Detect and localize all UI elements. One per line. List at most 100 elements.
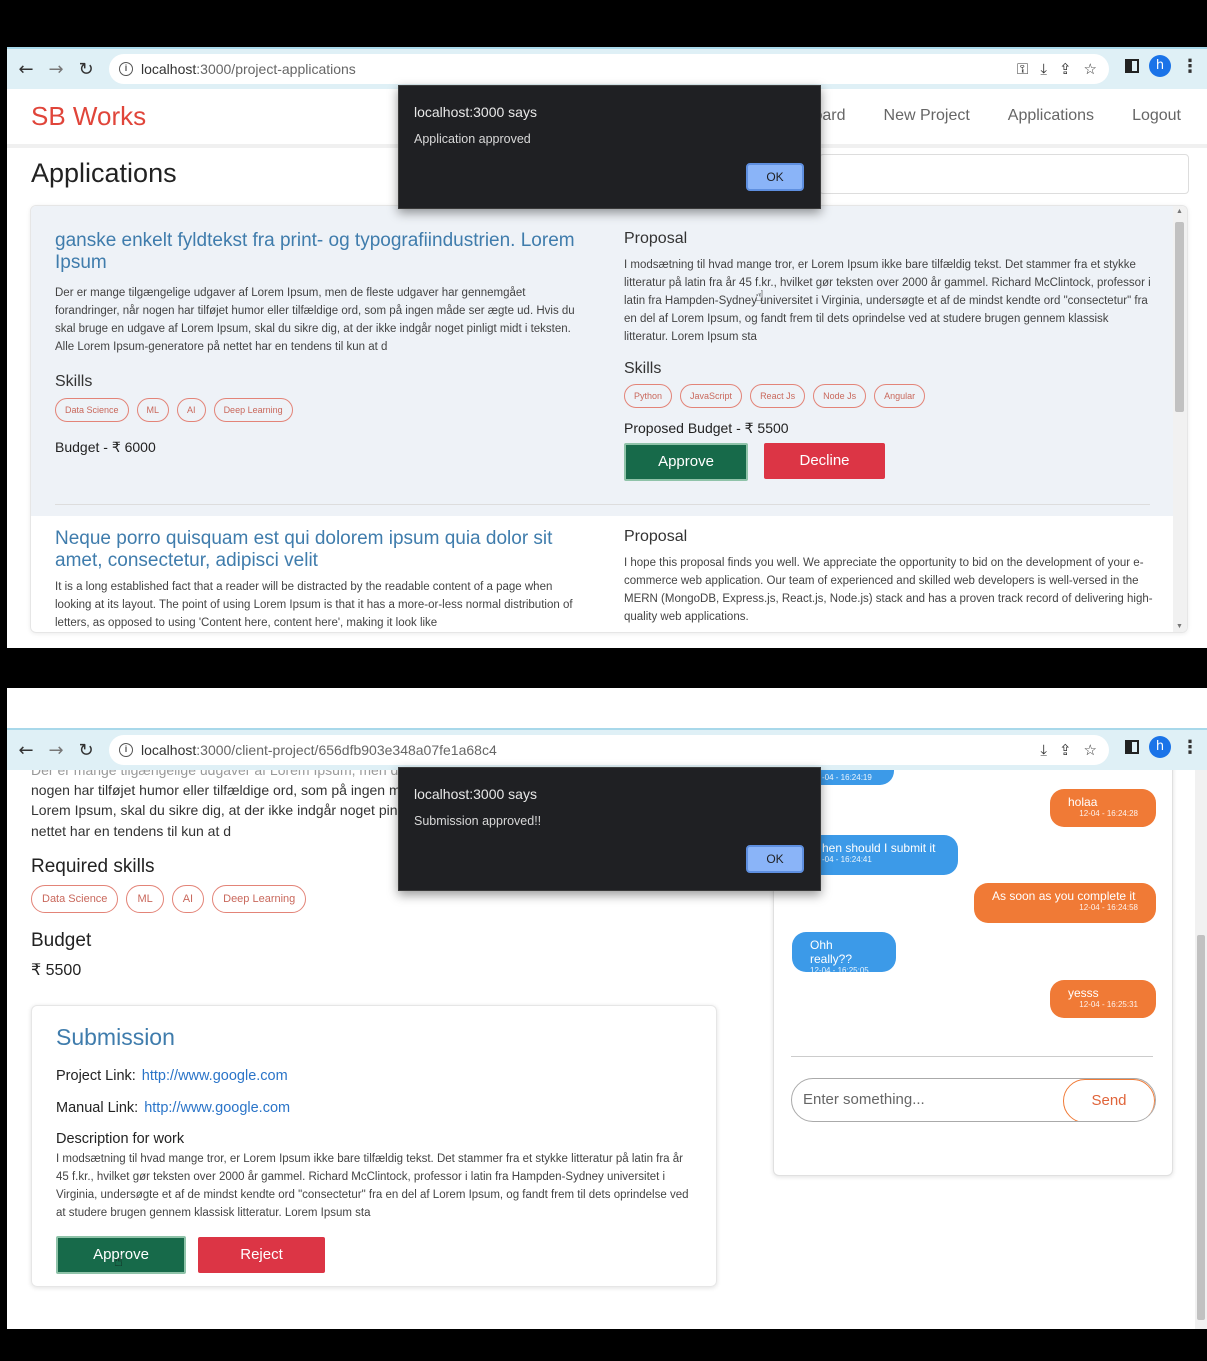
- decline-button[interactable]: Decline: [764, 443, 885, 479]
- site-info-icon[interactable]: i: [119, 743, 133, 757]
- menu-icon[interactable]: ⋮: [1181, 737, 1199, 758]
- skill-chip: AI: [171, 885, 205, 913]
- address-bar[interactable]: i localhost:3000/project-applications ⚿ …: [109, 54, 1109, 84]
- project-title: ganske enkelt fyldtekst fra print- og ty…: [55, 230, 575, 273]
- profile-avatar[interactable]: h: [1149, 55, 1171, 77]
- search-input[interactable]: [819, 154, 1189, 194]
- browser-toolbar: ← → ↻ i localhost:3000/client-project/65…: [7, 728, 1207, 770]
- key-icon[interactable]: ⚿: [1017, 60, 1028, 78]
- sidepanel-icon[interactable]: [1125, 59, 1139, 73]
- nav-logout[interactable]: Logout: [1132, 107, 1181, 125]
- install-icon[interactable]: ⤓: [1040, 741, 1047, 759]
- project-description: It is a long established fact that a rea…: [55, 581, 573, 629]
- nav-applications[interactable]: Applications: [1008, 107, 1094, 125]
- applications-list[interactable]: ganske enkelt fyldtekst fra print- og ty…: [30, 205, 1188, 633]
- star-icon[interactable]: ☆: [1084, 741, 1097, 759]
- project-link[interactable]: http://www.google.com: [142, 1068, 288, 1084]
- sidepanel-icon[interactable]: [1125, 740, 1139, 754]
- hand-cursor-icon: ☝: [755, 287, 765, 305]
- page-scrollbar[interactable]: [1195, 770, 1207, 1329]
- alert-dialog: localhost:3000 says Application approved…: [398, 85, 821, 209]
- screenshot-frame-applications: ← → ↻ i localhost:3000/project-applicati…: [7, 47, 1207, 648]
- proposal-heading: Proposal: [624, 230, 688, 247]
- budget-value: ₹ 5500: [31, 962, 82, 979]
- required-skills: Data Science ML AI Deep Learning: [31, 885, 307, 913]
- forward-icon[interactable]: →: [41, 740, 71, 761]
- project-link-label: Project Link:: [56, 1068, 136, 1084]
- manual-link-row: Manual Link: http://www.google.com: [56, 1100, 290, 1116]
- url-path: :3000/project-applications: [196, 61, 356, 77]
- proposal-skills-heading: Skills: [624, 360, 662, 377]
- alert-title: localhost:3000 says: [414, 104, 537, 120]
- back-icon[interactable]: ←: [11, 59, 41, 80]
- top-nav: oard New Project Applications Logout: [814, 107, 1182, 125]
- scroll-up-icon[interactable]: ▲: [1175, 208, 1184, 215]
- chat-message-sent: yesss 12-04 - 16:25:31: [1050, 980, 1156, 1018]
- chat-divider: [791, 1056, 1153, 1057]
- submission-card: Submission Project Link: http://www.googl…: [31, 1005, 717, 1287]
- proposal-text: I hope this proposal finds you well. We …: [624, 557, 1153, 623]
- browser-toolbar: ← → ↻ i localhost:3000/project-applicati…: [7, 47, 1207, 89]
- video-black-bar-bottom: [0, 1329, 1207, 1361]
- description-line: nogen har tilføjet humor eller tilfældig…: [31, 782, 409, 798]
- submission-title: Submission: [56, 1024, 175, 1050]
- alert-dialog: localhost:3000 says Submission approved!…: [398, 767, 821, 891]
- description-line: Der er mange tilgængelige udgaver af Lor…: [31, 770, 407, 778]
- description-line: nettet har en tendens til kun at d: [31, 823, 232, 839]
- skill-chip: JavaScript: [680, 384, 743, 408]
- budget-heading: Budget: [31, 930, 92, 951]
- alert-ok-button[interactable]: OK: [746, 845, 804, 873]
- scrollbar-thumb[interactable]: [1175, 222, 1184, 412]
- manual-link[interactable]: http://www.google.com: [144, 1100, 290, 1116]
- scrollbar[interactable]: ▲ ▼: [1173, 206, 1187, 632]
- video-black-bar-middle: [0, 648, 1207, 688]
- approve-button[interactable]: Approve: [624, 443, 748, 481]
- skill-chip: Deep Learning: [213, 398, 293, 422]
- video-black-bar-left: [0, 0, 7, 1361]
- alert-message: Submission approved!!: [414, 814, 542, 828]
- brand-logo[interactable]: SB Works: [31, 101, 146, 132]
- install-icon[interactable]: ⤓: [1040, 60, 1047, 78]
- share-icon[interactable]: ⇪: [1059, 60, 1072, 78]
- skills-heading: Skills: [55, 373, 93, 390]
- nav-new-project[interactable]: New Project: [884, 107, 970, 125]
- hand-cursor-icon: ☝: [114, 1252, 124, 1270]
- menu-icon[interactable]: ⋮: [1181, 56, 1199, 77]
- reject-button[interactable]: Reject: [198, 1237, 325, 1273]
- profile-avatar[interactable]: h: [1149, 736, 1171, 758]
- screenshot-frame-client-project: ← → ↻ i localhost:3000/client-project/65…: [7, 688, 1207, 1329]
- chat-message-sent: As soon as you complete it 12-04 - 16:24:…: [974, 883, 1156, 923]
- reload-icon[interactable]: ↻: [71, 59, 101, 80]
- chat-input[interactable]: Enter something... Send: [791, 1078, 1156, 1122]
- scroll-down-icon[interactable]: ▼: [1175, 623, 1184, 630]
- skill-chip: ML: [136, 398, 170, 422]
- proposal-skills: Python JavaScript React Js Node Js Angul…: [624, 384, 1154, 408]
- star-icon[interactable]: ☆: [1084, 60, 1097, 78]
- project-link-row: Project Link: http://www.google.com: [56, 1068, 288, 1084]
- share-icon[interactable]: ⇪: [1059, 741, 1072, 759]
- alert-message: Application approved: [414, 132, 531, 146]
- proposed-budget: Proposed Budget - ₹ 5500: [624, 420, 789, 436]
- site-info-icon[interactable]: i: [119, 62, 133, 76]
- skill-chip: Node Js: [813, 384, 867, 408]
- reload-icon[interactable]: ↻: [71, 740, 101, 761]
- chat-panel: ello-04 - 16:24:19 holaa12-04 - 16:24:28…: [773, 770, 1173, 1176]
- alert-ok-button[interactable]: OK: [746, 163, 804, 191]
- project-budget: Budget - ₹ 6000: [55, 439, 156, 455]
- project-description: Der er mange tilgængelige udgaver af Lor…: [55, 287, 575, 353]
- chat-message-received: Ohh really?? 12-04 - 16:25:05: [792, 932, 896, 975]
- description-text: I modsætning til hvad mange tror, er Lor…: [56, 1153, 689, 1219]
- proposal-text: I modsætning til hvad mange tror, er Lor…: [624, 259, 1151, 343]
- page-scrollbar-thumb[interactable]: [1197, 935, 1205, 1320]
- chat-input-placeholder: Enter something...: [803, 1091, 925, 1108]
- forward-icon[interactable]: →: [41, 59, 71, 80]
- url-path: :3000/client-project/656dfb903e348a07fe1…: [196, 742, 497, 758]
- proposal-heading: Proposal: [624, 528, 688, 545]
- manual-link-label: Manual Link:: [56, 1100, 139, 1116]
- skill-chip: Angular: [874, 384, 926, 408]
- back-icon[interactable]: ←: [11, 740, 41, 761]
- address-bar[interactable]: i localhost:3000/client-project/656dfb90…: [109, 735, 1109, 765]
- page-title: Applications: [31, 158, 177, 188]
- card-divider: [55, 504, 1150, 505]
- send-button[interactable]: Send: [1063, 1079, 1155, 1121]
